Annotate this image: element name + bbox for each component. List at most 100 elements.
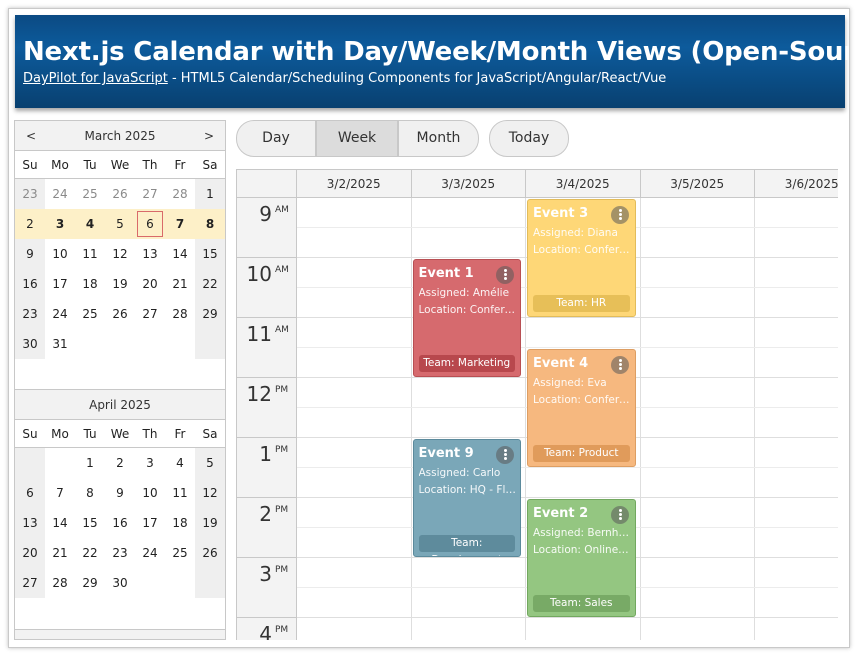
navigator-day[interactable]: 18 <box>165 508 195 538</box>
navigator-day[interactable]: 5 <box>105 209 135 239</box>
navigator-day[interactable]: 21 <box>45 538 75 568</box>
navigator-day[interactable]: 31 <box>45 329 75 359</box>
navigator-day[interactable]: 3 <box>45 209 75 239</box>
calendar-event[interactable]: Event 9 Assigned: Carlo Location: HQ - Flo… <box>412 439 521 557</box>
navigator-day[interactable]: 25 <box>165 538 195 568</box>
hour-label: 2 PM <box>237 498 297 558</box>
navigator-day[interactable]: 3 <box>135 448 165 478</box>
navigator-day[interactable]: 4 <box>165 448 195 478</box>
navigator-day[interactable]: 30 <box>15 329 45 359</box>
navigator-day[interactable]: 20 <box>135 269 165 299</box>
calendar-event[interactable]: Event 3 Assigned: Diana Location: Conferen… <box>527 199 636 317</box>
navigator-day[interactable]: 7 <box>165 209 195 239</box>
navigator-day[interactable]: 10 <box>45 239 75 269</box>
week-view-button[interactable]: Week <box>316 120 398 157</box>
navigator-day[interactable]: 19 <box>105 269 135 299</box>
hour-ampm: PM <box>275 385 289 395</box>
navigator-month: May 2025 <box>15 630 225 639</box>
daypilot-link[interactable]: DayPilot for JavaScript <box>23 71 168 86</box>
navigator-day-today[interactable]: 6 <box>135 209 165 239</box>
navigator-day[interactable]: 21 <box>165 269 195 299</box>
navigator-day[interactable]: 30 <box>105 568 135 598</box>
navigator-day[interactable]: 29 <box>195 299 225 329</box>
navigator-day[interactable]: 16 <box>15 269 45 299</box>
navigator-day[interactable]: 8 <box>195 209 225 239</box>
navigator-day[interactable]: 26 <box>105 179 135 209</box>
navigator-day[interactable]: 2 <box>15 209 45 239</box>
navigator-day[interactable]: 14 <box>45 508 75 538</box>
navigator-day[interactable]: 15 <box>195 239 225 269</box>
day-column-header[interactable]: 3/3/2025 <box>411 170 526 198</box>
calendar-event[interactable]: Event 4 Assigned: Eva Location: Conference… <box>527 349 636 467</box>
navigator-day[interactable]: 10 <box>135 478 165 508</box>
navigator-day[interactable]: 16 <box>105 508 135 538</box>
navigator-day[interactable]: 17 <box>45 269 75 299</box>
day-column-header[interactable]: 3/2/2025 <box>297 170 412 198</box>
navigator-day[interactable]: 26 <box>195 538 225 568</box>
navigator-day[interactable]: 15 <box>75 508 105 538</box>
event-assigned: Assigned: Eva <box>533 377 607 389</box>
event-menu-icon[interactable] <box>610 356 629 374</box>
calendar-event[interactable]: Event 1 Assigned: Amélie Location: Confere… <box>412 259 521 377</box>
navigator-day[interactable]: 24 <box>135 538 165 568</box>
navigator-day[interactable]: 29 <box>75 568 105 598</box>
calendar-event[interactable]: Event 2 Assigned: Bernhard Location: Onlin… <box>527 499 636 617</box>
navigator-day[interactable]: 1 <box>75 448 105 478</box>
navigator-day[interactable]: 4 <box>75 209 105 239</box>
navigator-day[interactable]: 25 <box>75 299 105 329</box>
navigator-day[interactable]: 22 <box>75 538 105 568</box>
navigator-day[interactable]: 7 <box>45 478 75 508</box>
today-button[interactable]: Today <box>489 120 569 157</box>
event-menu-icon[interactable] <box>610 506 629 524</box>
navigator-month-header: May 2025 <box>15 630 225 639</box>
navigator-day[interactable]: 11 <box>75 239 105 269</box>
navigator-day[interactable]: 8 <box>75 478 105 508</box>
navigator-day[interactable]: 25 <box>75 179 105 209</box>
navigator-day[interactable]: 5 <box>195 448 225 478</box>
navigator-day[interactable]: 11 <box>165 478 195 508</box>
weekday-label: Su <box>22 158 38 172</box>
navigator-day[interactable]: 27 <box>135 179 165 209</box>
day-column-header[interactable]: 3/5/2025 <box>640 170 755 198</box>
day-column-header[interactable]: 3/4/2025 <box>526 170 641 198</box>
navigator-day[interactable]: 23 <box>105 538 135 568</box>
navigator-day[interactable]: 6 <box>15 478 45 508</box>
empty-day-cell <box>195 568 225 598</box>
navigator-day[interactable]: 19 <box>195 508 225 538</box>
navigator-day[interactable]: 1 <box>195 179 225 209</box>
navigator-day[interactable]: 27 <box>135 299 165 329</box>
navigator-day[interactable]: 14 <box>165 239 195 269</box>
navigator-day[interactable]: 24 <box>45 299 75 329</box>
navigator-day[interactable]: 26 <box>105 299 135 329</box>
empty-day-cell <box>195 329 225 359</box>
event-menu-icon[interactable] <box>496 266 514 284</box>
navigator-day[interactable]: 12 <box>105 239 135 269</box>
day-column-header[interactable]: 3/6/2025 <box>755 170 838 198</box>
month-view-button[interactable]: Month <box>398 120 479 157</box>
navigator-day[interactable]: 28 <box>45 568 75 598</box>
navigator-day[interactable]: 12 <box>195 478 225 508</box>
navigator-day[interactable]: 13 <box>15 508 45 538</box>
navigator-day[interactable]: 9 <box>105 478 135 508</box>
navigator-day[interactable]: 17 <box>135 508 165 538</box>
day-view-button[interactable]: Day <box>236 120 316 157</box>
navigator-day[interactable]: 27 <box>15 568 45 598</box>
empty-day-cell <box>165 329 195 359</box>
navigator-day[interactable]: 22 <box>195 269 225 299</box>
previous-month-button[interactable]: < <box>19 121 43 151</box>
hour-ampm: PM <box>275 565 289 575</box>
navigator-day[interactable]: 23 <box>15 299 45 329</box>
navigator-day[interactable]: 23 <box>15 179 45 209</box>
navigator-day[interactable]: 9 <box>15 239 45 269</box>
next-month-button[interactable]: > <box>197 121 221 151</box>
event-menu-icon[interactable] <box>496 446 514 464</box>
hour-ampm: PM <box>275 445 289 455</box>
event-menu-icon[interactable] <box>610 206 629 224</box>
navigator-day[interactable]: 18 <box>75 269 105 299</box>
navigator-day[interactable]: 28 <box>165 299 195 329</box>
navigator-day[interactable]: 24 <box>45 179 75 209</box>
navigator-day[interactable]: 13 <box>135 239 165 269</box>
navigator-day[interactable]: 28 <box>165 179 195 209</box>
navigator-day[interactable]: 20 <box>15 538 45 568</box>
navigator-day[interactable]: 2 <box>105 448 135 478</box>
